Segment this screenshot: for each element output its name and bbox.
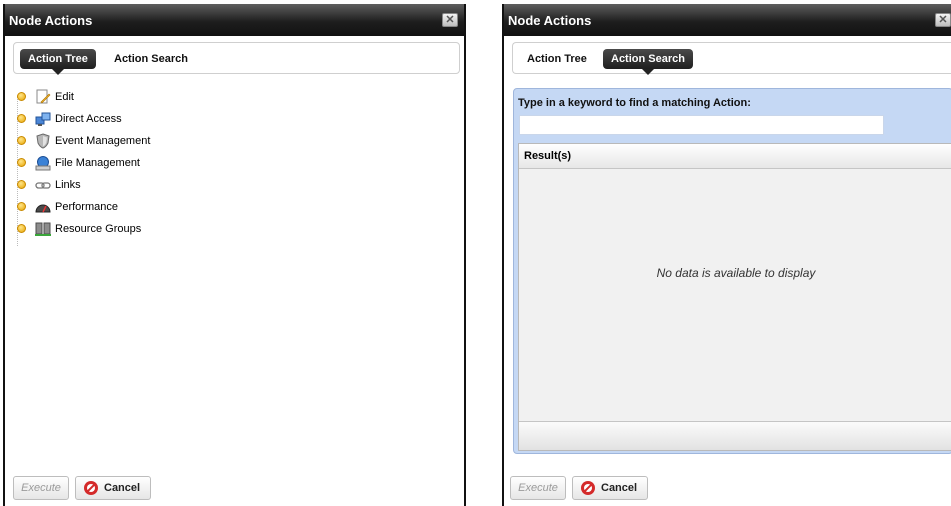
tree-item-label: Direct Access (55, 113, 122, 125)
expand-icon[interactable] (17, 158, 26, 167)
dialog-titlebar[interactable]: Node Actions ✕ (5, 4, 464, 36)
cancel-button-label: Cancel (601, 482, 638, 494)
close-icon[interactable]: ✕ (442, 13, 458, 27)
expand-icon[interactable] (17, 136, 26, 145)
tree-item-file-management[interactable]: File Management (13, 152, 313, 174)
shield-icon (36, 133, 50, 149)
action-tree: Edit Direct Access Event Management File… (13, 86, 313, 240)
tree-item-label: File Management (55, 157, 140, 169)
tree-item-label: Links (55, 179, 81, 191)
tree-item-label: Performance (55, 201, 118, 213)
tree-item-event-management[interactable]: Event Management (13, 130, 313, 152)
tree-item-label: Edit (55, 91, 74, 103)
dialog-titlebar[interactable]: Node Actions ✕ (504, 4, 951, 36)
expand-icon[interactable] (17, 202, 26, 211)
action-search-panel: Type in a keyword to find a matching Act… (513, 88, 951, 454)
tab-action-tree[interactable]: Action Tree (20, 49, 96, 75)
tab-action-tree[interactable]: Action Tree (519, 49, 595, 69)
tab-bar: Action Tree Action Search (512, 42, 951, 75)
file-management-icon (35, 156, 51, 171)
results-grid: Result(s) No data is available to displa… (518, 143, 951, 451)
tree-item-label: Resource Groups (55, 223, 142, 235)
execute-button[interactable]: Execute (510, 476, 566, 500)
tree-item-direct-access[interactable]: Direct Access (13, 108, 313, 130)
gauge-icon (35, 204, 51, 213)
expand-icon[interactable] (17, 180, 26, 189)
expand-icon[interactable] (17, 224, 26, 233)
tree-item-resource-groups[interactable]: Resource Groups (13, 218, 313, 240)
direct-access-icon (35, 112, 51, 126)
search-input[interactable] (519, 115, 884, 135)
tab-action-search[interactable]: Action Search (106, 49, 196, 69)
expand-icon[interactable] (17, 114, 26, 123)
chain-link-icon (35, 182, 51, 189)
server-group-icon (35, 222, 51, 236)
expand-icon[interactable] (17, 92, 26, 101)
node-actions-dialog-search: Node Actions ✕ Action Tree Action Search… (502, 4, 951, 506)
cancel-button-label: Cancel (104, 482, 141, 494)
edit-document-icon (36, 89, 51, 104)
dialog-title: Node Actions (508, 13, 592, 28)
tree-item-edit[interactable]: Edit (13, 86, 313, 108)
cancel-button[interactable]: Cancel (572, 476, 648, 500)
cancel-icon (581, 481, 595, 495)
dialog-title: Node Actions (9, 13, 93, 28)
results-column-header[interactable]: Result(s) (519, 144, 951, 169)
tab-bar: Action Tree Action Search (13, 42, 460, 75)
tree-item-links[interactable]: Links (13, 174, 313, 196)
tab-action-search[interactable]: Action Search (603, 49, 693, 75)
close-icon[interactable]: ✕ (935, 13, 951, 27)
cancel-icon (84, 481, 98, 495)
tree-item-performance[interactable]: Performance (13, 196, 313, 218)
tree-item-label: Event Management (55, 135, 151, 147)
search-label: Type in a keyword to find a matching Act… (518, 97, 751, 109)
execute-button[interactable]: Execute (13, 476, 69, 500)
cancel-button[interactable]: Cancel (75, 476, 151, 500)
results-footer (519, 421, 951, 450)
empty-message: No data is available to display (656, 266, 816, 280)
node-actions-dialog-tree: Node Actions ✕ Action Tree Action Search… (3, 4, 466, 506)
